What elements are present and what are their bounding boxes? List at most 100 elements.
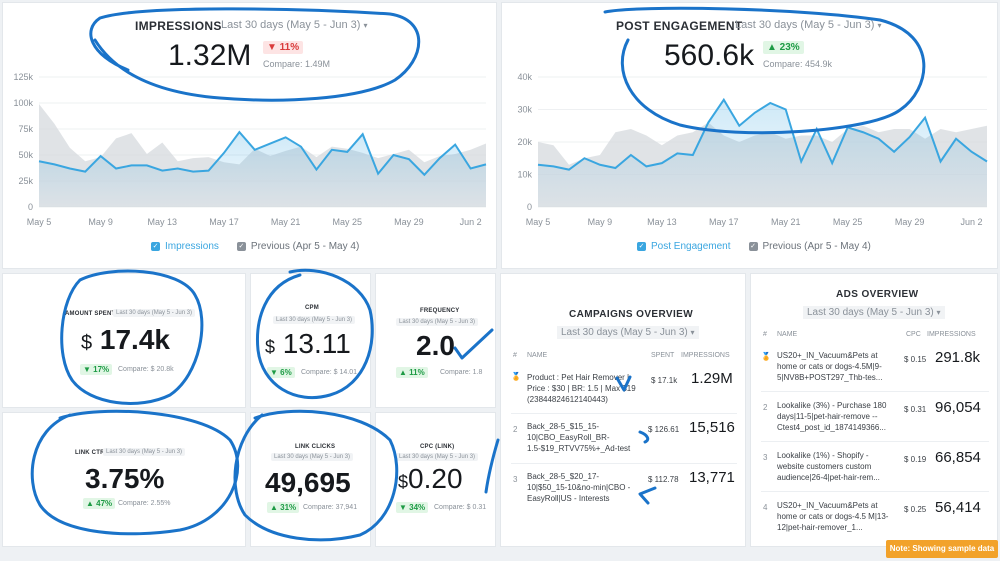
chevron-down-icon: ▾ bbox=[690, 328, 695, 337]
kpi-cpc-link: CPC (LINK) Last 30 days (May 5 - Jun 3) … bbox=[375, 412, 496, 547]
y-tick-label: 100k bbox=[13, 98, 33, 108]
kpi-period-select[interactable]: Last 30 days (May 5 - Jun 3) bbox=[271, 453, 354, 461]
impressions-period-select[interactable]: Last 30 days (May 5 - Jun 3) ▾ bbox=[221, 19, 367, 31]
engagement-chart: 0 10k 20k 30k 40k May 5 May 9 May 13 May 17 May 2… bbox=[517, 72, 988, 227]
chevron-down-icon: ▾ bbox=[936, 308, 941, 317]
impressions-legend: ✓ Impressions ✓ Previous (Apr 5 - May 4) bbox=[151, 241, 359, 252]
engagement-change-badge: ▲ 23% bbox=[763, 41, 804, 54]
period-label: Last 30 days (May 5 - Jun 3) bbox=[561, 327, 688, 338]
y-tick-label: 0 bbox=[527, 202, 532, 212]
kpi-value: 2.0 bbox=[416, 330, 455, 361]
impressions-card: IMPRESSIONS Last 30 days (May 5 - Jun 3)… bbox=[2, 2, 497, 269]
x-tick-label: May 5 bbox=[27, 217, 52, 227]
kpi-link-ctr: LINK CTR Last 30 days (May 5 - Jun 3) 3.… bbox=[2, 412, 246, 547]
campaigns-period-select[interactable]: Last 30 days (May 5 - Jun 3) ▾ bbox=[557, 326, 699, 339]
row-index: 2 bbox=[513, 425, 518, 434]
ad-cpc: $ 0.31 bbox=[904, 405, 927, 414]
col-index: # bbox=[513, 352, 517, 359]
col-name[interactable]: NAME bbox=[527, 352, 547, 359]
medal-icon: 🏅 bbox=[761, 352, 771, 361]
kpi-title: CPM bbox=[305, 305, 319, 311]
row-index: 3 bbox=[763, 453, 768, 462]
table-row[interactable]: 3 Back_28-5_$20_17-10|$50_15-10&no-min|C… bbox=[501, 466, 747, 512]
impressions-compare: Compare: 1.49M bbox=[263, 59, 331, 69]
y-tick-label: 25k bbox=[18, 176, 33, 186]
col-index: # bbox=[763, 331, 767, 338]
table-row[interactable]: 2 Lookalike (3%) - Purchase 180 days|11-… bbox=[751, 394, 999, 440]
kpi-title: LINK CLICKS bbox=[295, 444, 336, 450]
kpi-value: $0.20 bbox=[398, 463, 463, 494]
impressions-value: 1.32M bbox=[168, 39, 252, 72]
kpi-period-select[interactable]: Last 30 days (May 5 - Jun 3) bbox=[113, 309, 196, 317]
ads-title: ADS OVERVIEW bbox=[836, 289, 919, 300]
table-row[interactable]: 🏅 Product : Pet Hair Remover | Price : $… bbox=[501, 366, 747, 412]
row-index: 3 bbox=[513, 475, 518, 484]
kpi-compare: Compare: 1.8 bbox=[440, 369, 483, 376]
kpi-compare: Compare: $ 0.31 bbox=[434, 504, 487, 511]
kpi-title: LINK CTR bbox=[75, 450, 105, 456]
kpi-compare: Compare: $ 14.01 bbox=[301, 369, 358, 376]
kpi-frequency: FREQUENCY Last 30 days (May 5 - Jun 3) 2… bbox=[375, 273, 496, 408]
legend-post-engagement[interactable]: ✓ Post Engagement bbox=[637, 241, 731, 252]
kpi-change-badge: ▼ 17% bbox=[80, 364, 113, 375]
ad-impressions: 291.8k bbox=[935, 349, 981, 366]
table-row[interactable]: 2 Back_28-5_$15_15-10|CBO_EasyRoll_BR-1.… bbox=[501, 416, 747, 462]
ad-name: Lookalike (1%) - Shopify - website custo… bbox=[777, 451, 880, 482]
campaign-name: Back_28-5_$20_17-10|$50_15-10&no-min|CBO… bbox=[527, 472, 631, 503]
x-tick-label: May 13 bbox=[148, 217, 178, 227]
divider bbox=[511, 413, 737, 414]
campaign-impressions: 1.29M bbox=[691, 370, 733, 387]
kpi-change-badge: ▼ 34% bbox=[396, 502, 429, 513]
table-row[interactable]: 🏅 US20+_IN_Vacuum&Pets at home or cats o… bbox=[751, 344, 999, 390]
col-impressions[interactable]: IMPRESSIONS bbox=[681, 352, 730, 359]
x-tick-label: May 13 bbox=[647, 217, 677, 227]
ads-period-select[interactable]: Last 30 days (May 5 - Jun 3) ▾ bbox=[803, 306, 945, 319]
ad-impressions: 56,414 bbox=[935, 499, 981, 516]
col-impressions[interactable]: IMPRESSIONS bbox=[927, 331, 976, 338]
engagement-value: 560.6k bbox=[664, 39, 755, 72]
col-spent[interactable]: SPENT bbox=[651, 352, 674, 359]
table-row[interactable]: 3 Lookalike (1%) - Shopify - website cus… bbox=[751, 444, 999, 490]
kpi-period-select[interactable]: Last 30 days (May 5 - Jun 3) bbox=[103, 448, 186, 456]
kpi-change-badge: ▲ 11% bbox=[396, 367, 428, 378]
kpi-value: $ 17.4k bbox=[81, 324, 170, 355]
ad-cpc: $ 0.15 bbox=[904, 355, 927, 364]
engagement-period-select[interactable]: Last 30 days (May 5 - Jun 3) ▾ bbox=[735, 19, 881, 31]
checkbox-icon: ✓ bbox=[151, 242, 160, 251]
kpi-period-select[interactable]: Last 30 days (May 5 - Jun 3) bbox=[396, 453, 479, 461]
kpi-title: CPC (LINK) bbox=[420, 444, 455, 450]
kpi-value: $ 13.11 bbox=[265, 328, 351, 359]
kpi-period-select[interactable]: Last 30 days (May 5 - Jun 3) bbox=[396, 318, 479, 326]
col-name[interactable]: NAME bbox=[777, 331, 797, 338]
impressions-change-badge: ▼ 11% bbox=[263, 41, 304, 54]
sample-data-note: Note: Showing sample data bbox=[886, 540, 998, 558]
x-tick-label: Jun 2 bbox=[460, 217, 482, 227]
x-tick-label: May 29 bbox=[394, 217, 424, 227]
kpi-title: AMOUNT SPENT bbox=[65, 311, 116, 317]
legend-previous[interactable]: ✓ Previous (Apr 5 - May 4) bbox=[748, 241, 871, 252]
campaign-name: Back_28-5_$15_15-10|CBO_EasyRoll_BR-1.5-… bbox=[527, 422, 631, 453]
divider bbox=[511, 463, 737, 464]
ads-card: ADS OVERVIEW Last 30 days (May 5 - Jun 3… bbox=[750, 273, 998, 547]
col-cpc[interactable]: CPC bbox=[906, 331, 921, 338]
y-tick-label: 20k bbox=[517, 137, 532, 147]
kpi-compare: Compare: $ 20.8k bbox=[118, 366, 174, 373]
x-tick-label: Jun 2 bbox=[961, 217, 983, 227]
x-tick-label: May 29 bbox=[895, 217, 925, 227]
y-tick-label: 0 bbox=[28, 202, 33, 212]
engagement-card: POST ENGAGEMENT Last 30 days (May 5 - Ju… bbox=[501, 2, 998, 269]
legend-impressions[interactable]: ✓ Impressions bbox=[151, 241, 219, 252]
campaigns-title: CAMPAIGNS OVERVIEW bbox=[569, 309, 694, 320]
campaign-impressions: 13,771 bbox=[689, 469, 735, 486]
x-tick-label: May 17 bbox=[209, 217, 239, 227]
checkbox-icon: ✓ bbox=[236, 242, 246, 251]
campaigns-card: CAMPAIGNS OVERVIEW Last 30 days (May 5 -… bbox=[500, 273, 746, 547]
legend-previous[interactable]: ✓ Previous (Apr 5 - May 4) bbox=[236, 241, 359, 252]
x-tick-label: May 17 bbox=[709, 217, 739, 227]
ad-name: US20+_IN_Vacuum&Pets at home or cats or … bbox=[777, 501, 889, 532]
kpi-compare: Compare: 2.55% bbox=[118, 500, 171, 507]
kpi-period-select[interactable]: Last 30 days (May 5 - Jun 3) bbox=[273, 316, 356, 324]
table-row[interactable]: 4 US20+_IN_Vacuum&Pets at home or cats o… bbox=[751, 494, 999, 540]
y-tick-label: 125k bbox=[13, 72, 33, 82]
kpi-amount-spent: AMOUNT SPENT Last 30 days (May 5 - Jun 3… bbox=[2, 273, 246, 408]
